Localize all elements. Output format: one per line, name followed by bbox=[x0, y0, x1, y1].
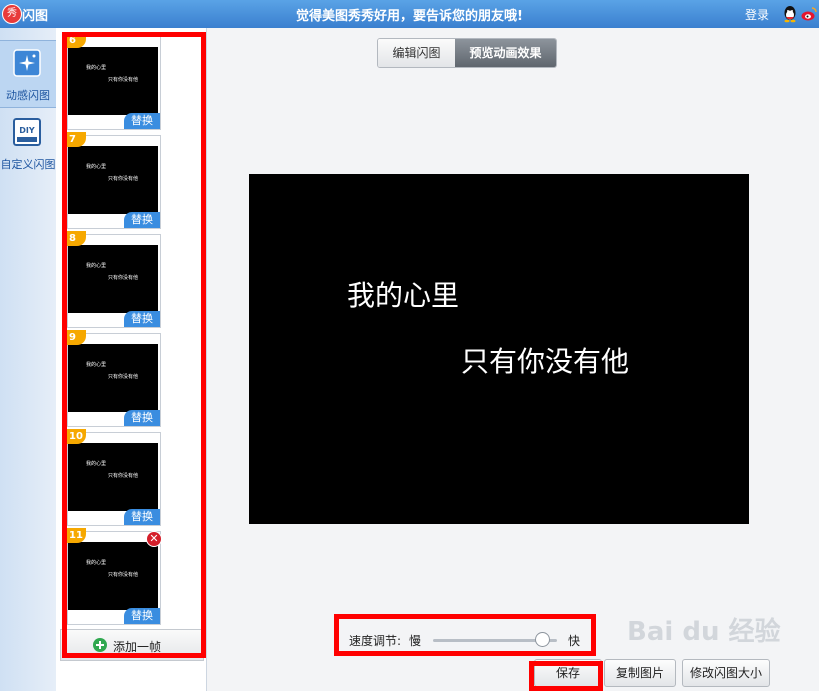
frame-text-2: 只有你没有他 bbox=[108, 572, 139, 578]
frame-number-badge: 10 bbox=[66, 429, 86, 444]
replace-button[interactable]: 替换 bbox=[124, 113, 160, 129]
tool-label: 动感闪图 bbox=[6, 89, 50, 102]
frame-text-2: 只有你没有他 bbox=[108, 374, 139, 380]
copy-image-button[interactable]: 复制图片 bbox=[604, 659, 676, 687]
preview-line-2: 只有你没有他 bbox=[461, 345, 630, 378]
tool-dynamic-flash[interactable]: 动感闪图 bbox=[0, 40, 56, 108]
frame-text-1: 我的心里 bbox=[86, 461, 107, 467]
speed-control: 速度调节: 慢 快 bbox=[337, 615, 595, 665]
window-title: 闪图 bbox=[22, 9, 49, 24]
speed-slow-label: 慢 bbox=[409, 634, 422, 648]
frame-text-2: 只有你没有他 bbox=[108, 473, 139, 479]
replace-button[interactable]: 替换 bbox=[124, 311, 160, 327]
frame-thumbnail[interactable]: 我的心里 只有你没有他 6 替换 bbox=[66, 33, 161, 130]
frame-list-panel: 我的心里 只有你没有他 6 替换 我的心里 只有你没有他 7 替换 我的心里 只有你没有他 8 替换我… bbox=[56, 28, 207, 691]
frame-text-1: 我的心里 bbox=[86, 362, 107, 368]
frame-image: 我的心里 只有你没有他 bbox=[68, 245, 158, 313]
frame-thumbnail[interactable]: 我的心里 只有你没有他 10 替换 bbox=[66, 429, 161, 526]
frame-number-badge: 6 bbox=[66, 33, 86, 48]
speed-label: 速度调节: bbox=[349, 634, 402, 648]
baidu-watermark: Bai du 经验 bbox=[627, 617, 781, 647]
tool-column: 动感闪图 DIY 自定义闪图 bbox=[0, 28, 57, 691]
save-button[interactable]: 保存 bbox=[534, 659, 602, 687]
frame-image: 我的心里 只有你没有他 bbox=[68, 146, 158, 214]
frame-image: 我的心里 只有你没有他 bbox=[68, 344, 158, 412]
speed-slider-thumb[interactable] bbox=[535, 632, 551, 647]
weibo-icon[interactable] bbox=[801, 6, 817, 22]
plus-icon bbox=[93, 638, 107, 652]
login-link[interactable]: 登录 bbox=[745, 6, 769, 23]
frame-text-2: 只有你没有他 bbox=[108, 77, 139, 83]
replace-button[interactable]: 替换 bbox=[124, 410, 160, 426]
app-logo: 秀 bbox=[2, 4, 22, 24]
resize-flash-button[interactable]: 修改闪图大小 bbox=[682, 659, 770, 687]
frame-text-1: 我的心里 bbox=[86, 164, 107, 170]
tab-preview[interactable]: 预览动画效果 bbox=[455, 39, 556, 67]
replace-button[interactable]: 替换 bbox=[124, 509, 160, 525]
preview-line-1: 我的心里 bbox=[347, 279, 460, 312]
frame-thumbnail[interactable]: 我的心里 只有你没有他 11 替换 ✕ bbox=[66, 528, 162, 625]
tool-label: 自定义闪图 bbox=[0, 158, 56, 171]
frame-thumbnail[interactable]: 我的心里 只有你没有他 7 替换 bbox=[66, 132, 161, 229]
title-bar: 秀 闪图 觉得美图秀秀好用，要告诉您的朋友哦! 登录 bbox=[0, 0, 819, 28]
replace-button[interactable]: 替换 bbox=[124, 608, 160, 624]
tool-custom-flash[interactable]: DIY 自定义闪图 bbox=[0, 110, 56, 176]
frame-number-badge: 11 bbox=[66, 528, 86, 543]
frame-text-1: 我的心里 bbox=[86, 263, 107, 269]
add-frame-button[interactable]: 添加一帧 bbox=[60, 629, 204, 661]
frame-image: 我的心里 只有你没有他 bbox=[68, 542, 158, 610]
frame-text-2: 只有你没有他 bbox=[108, 275, 139, 281]
tab-edit[interactable]: 编辑闪图 bbox=[378, 39, 455, 67]
frame-text-2: 只有你没有他 bbox=[108, 176, 139, 182]
delete-frame-icon[interactable]: ✕ bbox=[146, 531, 162, 547]
speed-fast-label: 快 bbox=[568, 634, 581, 648]
add-frame-label: 添加一帧 bbox=[113, 640, 162, 654]
svg-text:DIY: DIY bbox=[19, 126, 35, 135]
frame-text-1: 我的心里 bbox=[86, 65, 107, 71]
qq-icon[interactable] bbox=[782, 5, 798, 23]
frame-thumbnail[interactable]: 我的心里 只有你没有他 8 替换 bbox=[66, 231, 161, 328]
frame-number-badge: 8 bbox=[66, 231, 86, 246]
main-area: 编辑闪图 预览动画效果 我的心里 只有你没有他 速度调节: 慢 快 保存 复制图… bbox=[207, 28, 819, 691]
frame-number-badge: 9 bbox=[66, 330, 86, 345]
sparkle-icon bbox=[13, 49, 41, 77]
replace-button[interactable]: 替换 bbox=[124, 212, 160, 228]
frame-number-badge: 7 bbox=[66, 132, 86, 147]
frame-text-1: 我的心里 bbox=[86, 560, 107, 566]
diy-icon: DIY bbox=[13, 118, 41, 146]
slogan-text: 觉得美图秀秀好用，要告诉您的朋友哦! bbox=[296, 9, 523, 24]
frame-thumbnail[interactable]: 我的心里 只有你没有他 9 替换 bbox=[66, 330, 161, 427]
animation-preview: 我的心里 只有你没有他 bbox=[249, 174, 749, 524]
mode-tabs: 编辑闪图 预览动画效果 bbox=[377, 38, 557, 68]
frame-image: 我的心里 只有你没有他 bbox=[68, 443, 158, 511]
frame-image: 我的心里 只有你没有他 bbox=[68, 47, 158, 115]
